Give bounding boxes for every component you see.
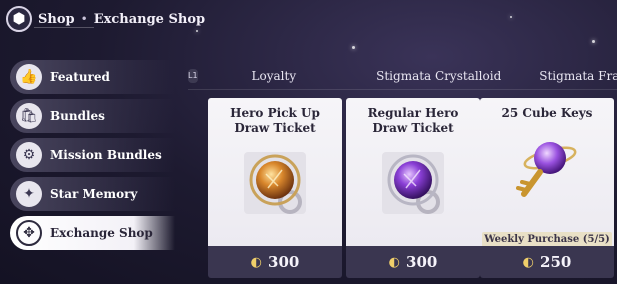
cube-key-icon (516, 142, 577, 197)
star-memory-icon: ✦ (16, 181, 42, 207)
sidebar-item-label: Exchange Shop (50, 226, 153, 240)
sidebar-item-label: Star Memory (50, 187, 138, 201)
shop-item-card[interactable]: Regular Hero Draw Ticket ◐ 300 (346, 98, 480, 278)
item-title: 25 Cube Keys (501, 106, 593, 120)
breadcrumb-exchange-shop: Exchange Shop (93, 11, 206, 27)
item-title: Hero Pick Up Draw Ticket (230, 106, 320, 135)
bundle-bag-icon: 🛍 (16, 103, 42, 129)
breadcrumb-shop[interactable]: Shop (38, 12, 75, 27)
purple-orb-ticket-icon (382, 152, 444, 214)
item-title: Regular Hero Draw Ticket (367, 106, 459, 135)
thumbs-up-icon: 👍 (16, 64, 42, 90)
sidebar: 👍 Featured 🛍 Bundles ⚙ Mission Bundles ✦… (10, 60, 175, 255)
sidebar-item-exchange-shop[interactable]: ✥ Exchange Shop (10, 216, 175, 250)
tab-stigmata-fragment[interactable]: Stigmata Fragmen (539, 69, 617, 83)
shop-item-card[interactable]: 25 Cube Keys Weekly Purchase (5/5) ◐ 250 (480, 98, 614, 278)
crystal-coin-icon: ◐ (388, 254, 401, 270)
exchange-icon: ✥ (16, 220, 42, 246)
item-price: 250 (540, 253, 572, 271)
card-body: 25 Cube Keys Weekly Purchase (5/5) (480, 98, 614, 246)
price-bar: ◐ 250 (480, 246, 614, 278)
sidebar-item-bundles[interactable]: 🛍 Bundles (10, 99, 175, 133)
item-price: 300 (406, 253, 438, 271)
sidebar-item-featured[interactable]: 👍 Featured (10, 60, 175, 94)
sidebar-item-label: Mission Bundles (50, 148, 162, 162)
header-divider (34, 27, 94, 28)
card-body: Regular Hero Draw Ticket (346, 98, 480, 246)
sidebar-item-label: Featured (50, 70, 110, 84)
card-body: Hero Pick Up Draw Ticket (208, 98, 342, 246)
sparkle (592, 40, 595, 43)
shop-tabs: L1 Loyalty Stigmata Crystalloid Stigmata… (188, 62, 617, 90)
sidebar-item-label: Bundles (50, 109, 105, 123)
tab-stigmata-crystalloid[interactable]: Stigmata Crystalloid (376, 69, 501, 83)
l1-shoulder-badge[interactable]: L1 (188, 68, 198, 83)
sidebar-item-star-memory[interactable]: ✦ Star Memory (10, 177, 175, 211)
price-bar: ◐ 300 (208, 246, 342, 278)
crystal-coin-icon: ◐ (522, 254, 535, 270)
sparkle (352, 46, 355, 49)
sparkle (510, 16, 512, 18)
orange-orb-ticket-icon (244, 152, 306, 214)
shop-item-card[interactable]: Hero Pick Up Draw Ticket ◐ 300 (208, 98, 342, 278)
price-bar: ◐ 300 (346, 246, 480, 278)
crystal-coin-icon: ◐ (250, 254, 263, 270)
purchase-limit-label: Weekly Purchase (5/5) (482, 232, 612, 246)
header: ⬢ Shop • Exchange Shop (6, 4, 205, 34)
tab-loyalty[interactable]: Loyalty (252, 69, 297, 83)
sidebar-item-mission-bundles[interactable]: ⚙ Mission Bundles (10, 138, 175, 172)
breadcrumb-separator: • (80, 12, 88, 26)
game-logo-icon[interactable]: ⬢ (6, 6, 32, 32)
mission-gear-icon: ⚙ (16, 142, 42, 168)
item-price: 300 (268, 253, 300, 271)
